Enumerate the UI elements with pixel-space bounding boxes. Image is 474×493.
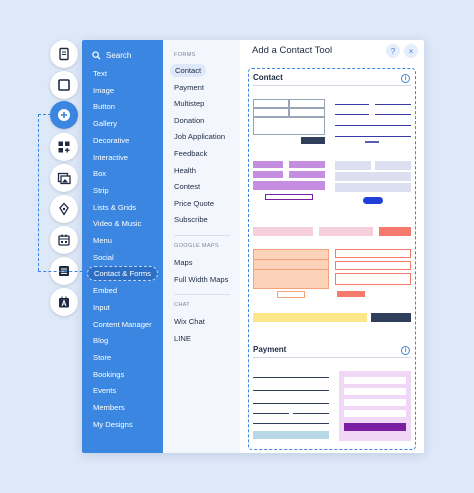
contact-form-thumbnail-1[interactable]: [253, 99, 325, 145]
apps-icon: [58, 141, 70, 153]
help-icon: ?: [390, 46, 396, 56]
chat-header: CHAT: [174, 302, 191, 308]
category-menu[interactable]: Menu: [93, 236, 112, 245]
contact-form-thumbnail-4[interactable]: [335, 161, 411, 211]
fonts-button[interactable]: [50, 288, 78, 316]
category-interactive[interactable]: Interactive: [93, 153, 128, 162]
pages-button[interactable]: [50, 40, 78, 68]
app-market-button[interactable]: [50, 226, 78, 254]
category-decorative[interactable]: Decorative: [93, 136, 129, 145]
subcategory-maps[interactable]: Maps: [174, 258, 193, 267]
category-strip[interactable]: Strip: [93, 186, 109, 195]
media-button[interactable]: [50, 164, 78, 192]
search-box[interactable]: Search: [92, 46, 131, 64]
category-lists-grids[interactable]: Lists & Grids: [93, 203, 136, 212]
close-icon: ×: [408, 46, 414, 56]
subcategory-multistep[interactable]: Multistep: [174, 99, 204, 108]
subcategory-job-application[interactable]: Job Application: [174, 132, 225, 141]
category-text[interactable]: Text: [93, 69, 107, 78]
subcategory-donation[interactable]: Donation: [174, 116, 204, 125]
category-bookings[interactable]: Bookings: [93, 370, 124, 379]
preview-area: Add a Contact Tool ? × Contact i Payment…: [240, 40, 424, 453]
category-blog[interactable]: Blog: [93, 336, 108, 345]
divider: [174, 235, 230, 236]
contact-form-thumbnail-3[interactable]: [253, 161, 325, 209]
category-events[interactable]: Events: [93, 386, 116, 395]
add-button[interactable]: [50, 101, 78, 129]
subcategory-price-quote[interactable]: Price Quote: [174, 199, 214, 208]
category-embed[interactable]: Embed: [93, 286, 117, 295]
add-icon: [58, 109, 70, 121]
background-button[interactable]: [50, 71, 78, 99]
help-button[interactable]: ?: [386, 44, 400, 58]
contact-form-thumbnail-2[interactable]: [335, 99, 411, 145]
panel-title: Add a Contact Tool: [252, 45, 333, 56]
media-icon: [57, 172, 71, 185]
contact-form-thumbnail-8[interactable]: [253, 313, 411, 322]
divider: [174, 294, 230, 295]
contact-form-thumbnail-5[interactable]: [253, 227, 411, 236]
connector-line: [38, 271, 88, 272]
payment-form-thumbnail-2[interactable]: [339, 371, 411, 441]
page-icon: [59, 47, 69, 61]
category-box[interactable]: Box: [93, 169, 106, 178]
maps-header: GOOGLE MAPS: [174, 243, 219, 249]
contact-section-title: Contact: [253, 73, 283, 82]
category-store[interactable]: Store: [93, 353, 111, 362]
blog-button[interactable]: [50, 195, 78, 223]
category-social[interactable]: Social: [93, 253, 114, 262]
contact-selection: Contact i Payment i: [248, 68, 416, 450]
category-content-manager[interactable]: Content Manager: [93, 320, 152, 329]
search-icon: [92, 50, 101, 60]
category-image[interactable]: Image: [93, 86, 114, 95]
app-market-icon: [58, 234, 70, 246]
connector-line: [38, 114, 39, 271]
payment-section-title: Payment: [253, 345, 287, 354]
subcategory-health[interactable]: Health: [174, 166, 196, 175]
text-icon: [59, 296, 69, 308]
subcategory-wix-chat[interactable]: Wix Chat: [174, 317, 205, 326]
info-glyph: i: [404, 347, 407, 354]
subcategory-feedback[interactable]: Feedback: [174, 149, 207, 158]
info-icon[interactable]: i: [401, 346, 410, 355]
square-icon: [58, 79, 70, 91]
info-icon[interactable]: i: [401, 74, 410, 83]
category-gallery[interactable]: Gallery: [93, 119, 117, 128]
category-members[interactable]: Members: [93, 403, 125, 412]
subcategory-list: FORMS Contact Payment Multistep Donation Job…: [163, 40, 240, 453]
category-my-designs[interactable]: My Designs: [93, 420, 133, 429]
category-video-music[interactable]: Video & Music: [93, 219, 141, 228]
divider: [253, 357, 411, 358]
subcategory-contest[interactable]: Contest: [174, 182, 200, 191]
subcategory-line[interactable]: LINE: [174, 334, 191, 343]
category-contact-forms[interactable]: Contact & Forms: [87, 266, 158, 282]
add-apps-button[interactable]: [50, 133, 78, 161]
subcategory-contact[interactable]: Contact: [170, 64, 207, 77]
search-label: Search: [106, 50, 132, 60]
subcategory-payment[interactable]: Payment: [174, 83, 204, 92]
contact-form-thumbnail-7[interactable]: [335, 249, 411, 301]
payment-form-thumbnail-1[interactable]: [253, 369, 329, 441]
close-button[interactable]: ×: [404, 44, 418, 58]
category-list: Search Text Image Button Gallery Decorative I…: [82, 40, 163, 453]
info-glyph: i: [404, 75, 407, 82]
add-panel: Search Text Image Button Gallery Decorative I…: [82, 40, 424, 453]
forms-header: FORMS: [174, 52, 196, 58]
pen-icon: [59, 202, 69, 216]
subcategory-full-width-maps[interactable]: Full Width Maps: [174, 275, 228, 284]
category-button[interactable]: Button: [93, 102, 115, 111]
connector-line: [38, 114, 51, 115]
category-input[interactable]: Input: [93, 303, 110, 312]
divider: [253, 85, 411, 86]
subcategory-subscribe[interactable]: Subscribe: [174, 215, 208, 224]
contact-form-thumbnail-6[interactable]: [253, 249, 329, 299]
